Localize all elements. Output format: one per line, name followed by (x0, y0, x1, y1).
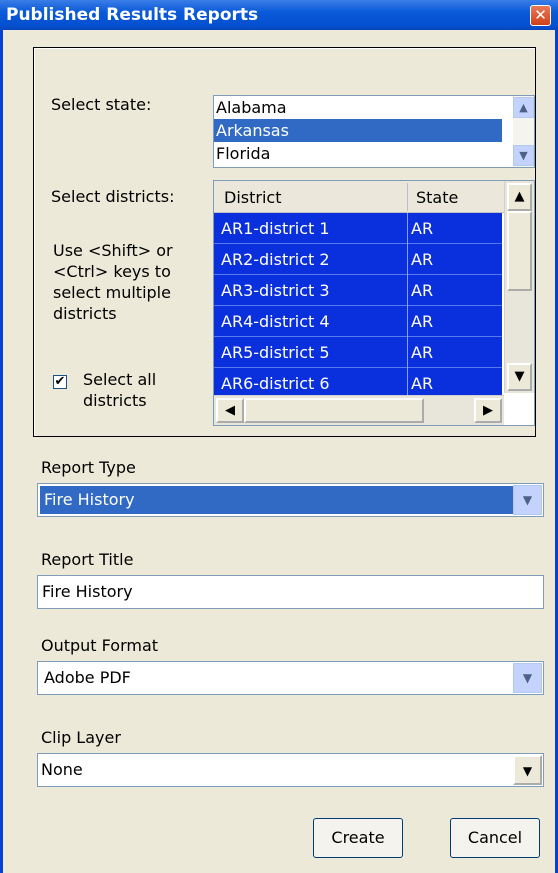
report-title-label: Report Title (41, 550, 134, 569)
scroll-right-icon[interactable]: ▶ (474, 398, 502, 423)
state-list-item[interactable]: Arkansas (214, 119, 502, 142)
report-title-value: Fire History (42, 582, 133, 601)
scroll-up-icon[interactable]: ▲ (513, 97, 534, 118)
grid-header: District State (214, 181, 504, 213)
checkmark-icon: ✔ (54, 374, 66, 389)
scroll-left-icon[interactable]: ◀ (216, 398, 244, 423)
cell-divider (407, 337, 408, 368)
select-districts-label: Select districts: (51, 187, 175, 206)
district-row[interactable]: AR4-district 4 AR (214, 306, 502, 337)
cancel-button[interactable]: Cancel (450, 818, 540, 858)
clip-layer-value: None (41, 760, 83, 779)
close-icon[interactable]: ✕ (530, 5, 551, 26)
title-bar[interactable]: Published Results Reports ✕ (0, 0, 558, 30)
chevron-down-icon[interactable]: ▼ (513, 485, 542, 515)
district-row[interactable]: AR1-district 1 AR (214, 213, 502, 244)
clip-layer-dropdown[interactable]: None ▼ (37, 753, 544, 787)
select-all-checkbox[interactable]: ✔ (53, 375, 67, 389)
cell-divider (407, 275, 408, 306)
chevron-down-icon[interactable]: ▼ (513, 663, 542, 693)
column-divider[interactable] (407, 183, 408, 211)
select-state-label: Select state: (51, 95, 152, 114)
dialog-window: Published Results Reports ✕ Select state… (0, 0, 558, 873)
state-list-item[interactable]: Florida (214, 142, 502, 165)
scroll-up-icon[interactable]: ▲ (507, 183, 532, 211)
grid-vertical-scrollbar[interactable]: ▲ ▼ (504, 181, 534, 393)
state-cell: AR (411, 281, 434, 300)
grid-horizontal-scrollbar[interactable]: ◀ ▶ (214, 395, 504, 425)
district-row[interactable]: AR2-district 2 AR (214, 244, 502, 275)
column-header-district[interactable]: District (224, 188, 281, 207)
scroll-down-icon[interactable]: ▼ (507, 363, 532, 391)
cell-divider (407, 244, 408, 275)
district-cell: AR4-district 4 (221, 312, 330, 331)
horizontal-scroll-thumb[interactable] (244, 398, 424, 423)
district-cell: AR3-district 3 (221, 281, 330, 300)
district-cell: AR2-district 2 (221, 250, 330, 269)
select-all-label: Select all districts (83, 370, 157, 410)
chevron-down-icon[interactable]: ▼ (513, 755, 542, 785)
state-listbox[interactable]: Alabama Arkansas Florida ▲ ▼ (213, 95, 535, 168)
report-type-label: Report Type (41, 458, 136, 477)
multi-select-hint: Use <Shift> or <Ctrl> keys to select mul… (53, 241, 173, 323)
report-type-value: Fire History (44, 490, 135, 509)
state-cell: AR (411, 343, 434, 362)
district-row[interactable]: AR3-district 3 AR (214, 275, 502, 306)
district-cell: AR5-district 5 (221, 343, 330, 362)
output-format-dropdown[interactable]: Adobe PDF ▼ (37, 661, 544, 695)
report-title-input[interactable]: Fire History (37, 575, 544, 609)
state-cell: AR (411, 219, 434, 238)
districts-grid[interactable]: District State AR1-district 1 AR AR2-distr… (213, 180, 535, 426)
district-row[interactable]: AR5-district 5 AR (214, 337, 502, 368)
column-header-state[interactable]: State (416, 188, 458, 207)
scroll-thumb[interactable] (507, 211, 532, 291)
state-cell: AR (411, 312, 434, 331)
create-button[interactable]: Create (313, 818, 403, 858)
cell-divider (407, 213, 408, 244)
report-type-dropdown[interactable]: Fire History ▼ (37, 483, 544, 517)
clip-layer-label: Clip Layer (41, 728, 121, 747)
output-format-value: Adobe PDF (44, 668, 131, 687)
cell-divider (407, 306, 408, 337)
state-cell: AR (411, 250, 434, 269)
scroll-down-icon[interactable]: ▼ (513, 145, 534, 166)
state-list-scrollbar[interactable]: ▲ ▼ (513, 96, 534, 167)
output-format-label: Output Format (41, 636, 159, 655)
district-cell: AR1-district 1 (221, 219, 330, 238)
window-title: Published Results Reports (6, 5, 259, 25)
state-list-item[interactable]: Alabama (214, 96, 502, 119)
